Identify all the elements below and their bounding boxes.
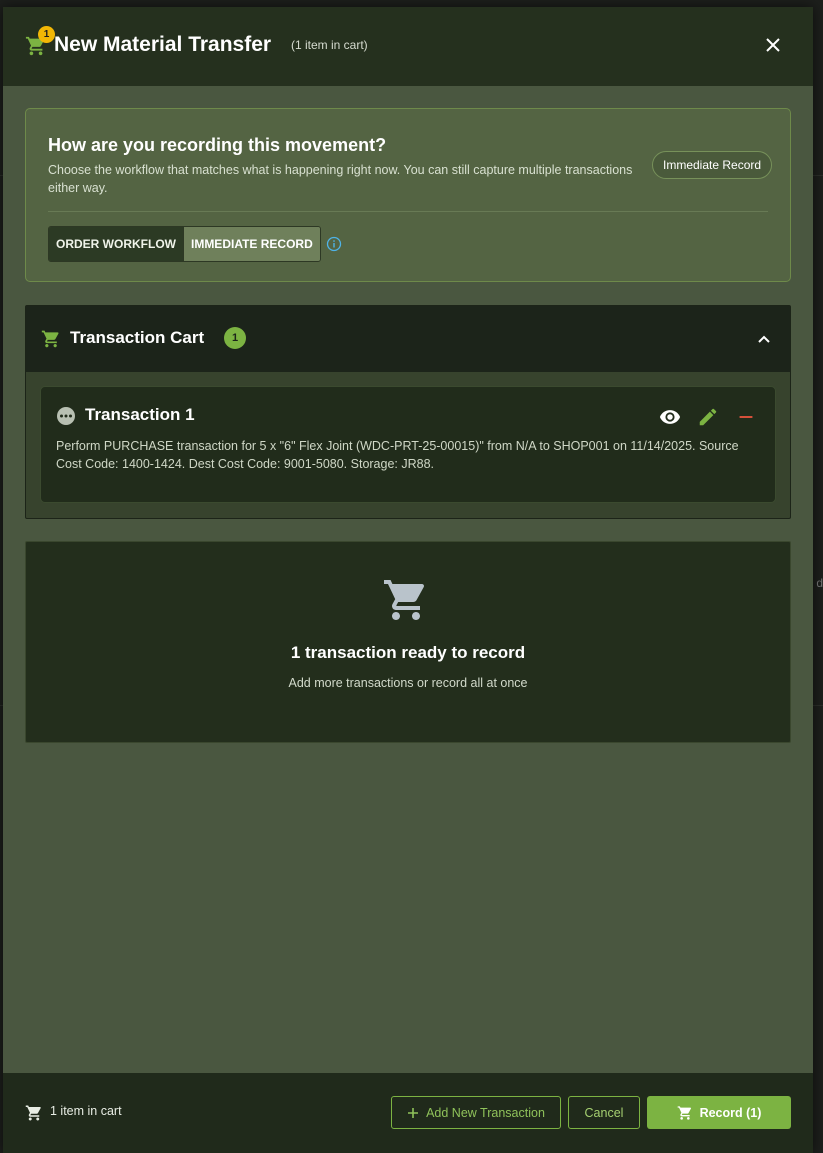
cart-count-badge: 1 [38,26,55,43]
add-new-transaction-button[interactable]: Add New Transaction [391,1096,561,1129]
transaction-cart-panel: Transaction Cart 1 Transaction 1 Perform… [25,305,791,519]
view-icon[interactable] [659,406,681,428]
ready-subtitle: Add more transactions or record all at o… [288,676,528,690]
add-new-transaction-label: Add New Transaction [426,1105,545,1120]
workflow-selector-card: How are you recording this movement? Cho… [25,108,791,282]
dialog-subtitle: (1 item in cart) [291,38,368,52]
workflow-question: How are you recording this movement? [48,135,387,155]
ready-to-record-panel: 1 transaction ready to record Add more t… [25,541,791,743]
workflow-toggle-group: ORDER WORKFLOW IMMEDIATE RECORD [48,226,321,262]
transaction-description: Perform PURCHASE transaction for 5 x "6"… [56,439,739,471]
chevron-up-icon[interactable] [757,332,771,346]
record-button[interactable]: Record (1) [647,1096,791,1129]
transaction-cart-title: Transaction Cart [70,328,205,347]
shopping-cart-icon [384,580,425,620]
dialog-title: New Material Transfer [54,33,272,56]
more-horizontal-icon [57,407,75,425]
cart-icon [25,1105,41,1121]
remove-icon[interactable] [735,406,757,428]
workflow-mode-chip: Immediate Record [652,151,773,179]
dialog-footer: 1 item in cart Add New Transaction Cance… [3,1073,813,1153]
cancel-label: Cancel [584,1105,624,1120]
transaction-cart-header[interactable]: Transaction Cart 1 [26,306,790,372]
cart-icon [41,330,59,348]
transaction-count-badge: 1 [224,327,246,349]
info-icon[interactable] [326,236,342,252]
cancel-button[interactable]: Cancel [568,1096,640,1129]
footer-cart-count: 1 item in cart [50,1104,122,1118]
immediate-record-button[interactable]: IMMEDIATE RECORD [182,227,320,261]
transaction-title: Transaction 1 [85,405,195,424]
cart-icon [677,1105,691,1120]
ready-title: 1 transaction ready to record [290,643,526,662]
plus-icon [408,1107,419,1118]
dialog-header: 1 New Material Transfer (1 item in cart) [3,7,813,86]
divider [48,211,768,212]
order-workflow-button[interactable]: ORDER WORKFLOW [49,227,183,261]
record-label: Record (1) [699,1105,762,1120]
close-icon[interactable] [765,37,781,53]
edit-icon[interactable] [697,406,719,428]
material-transfer-dialog: 1 New Material Transfer (1 item in cart)… [3,7,813,1153]
background-text-fragment: d [816,576,823,590]
transaction-card: Transaction 1 Perform PURCHASE transacti… [40,386,776,503]
workflow-description: Choose the workflow that matches what is… [48,163,633,195]
